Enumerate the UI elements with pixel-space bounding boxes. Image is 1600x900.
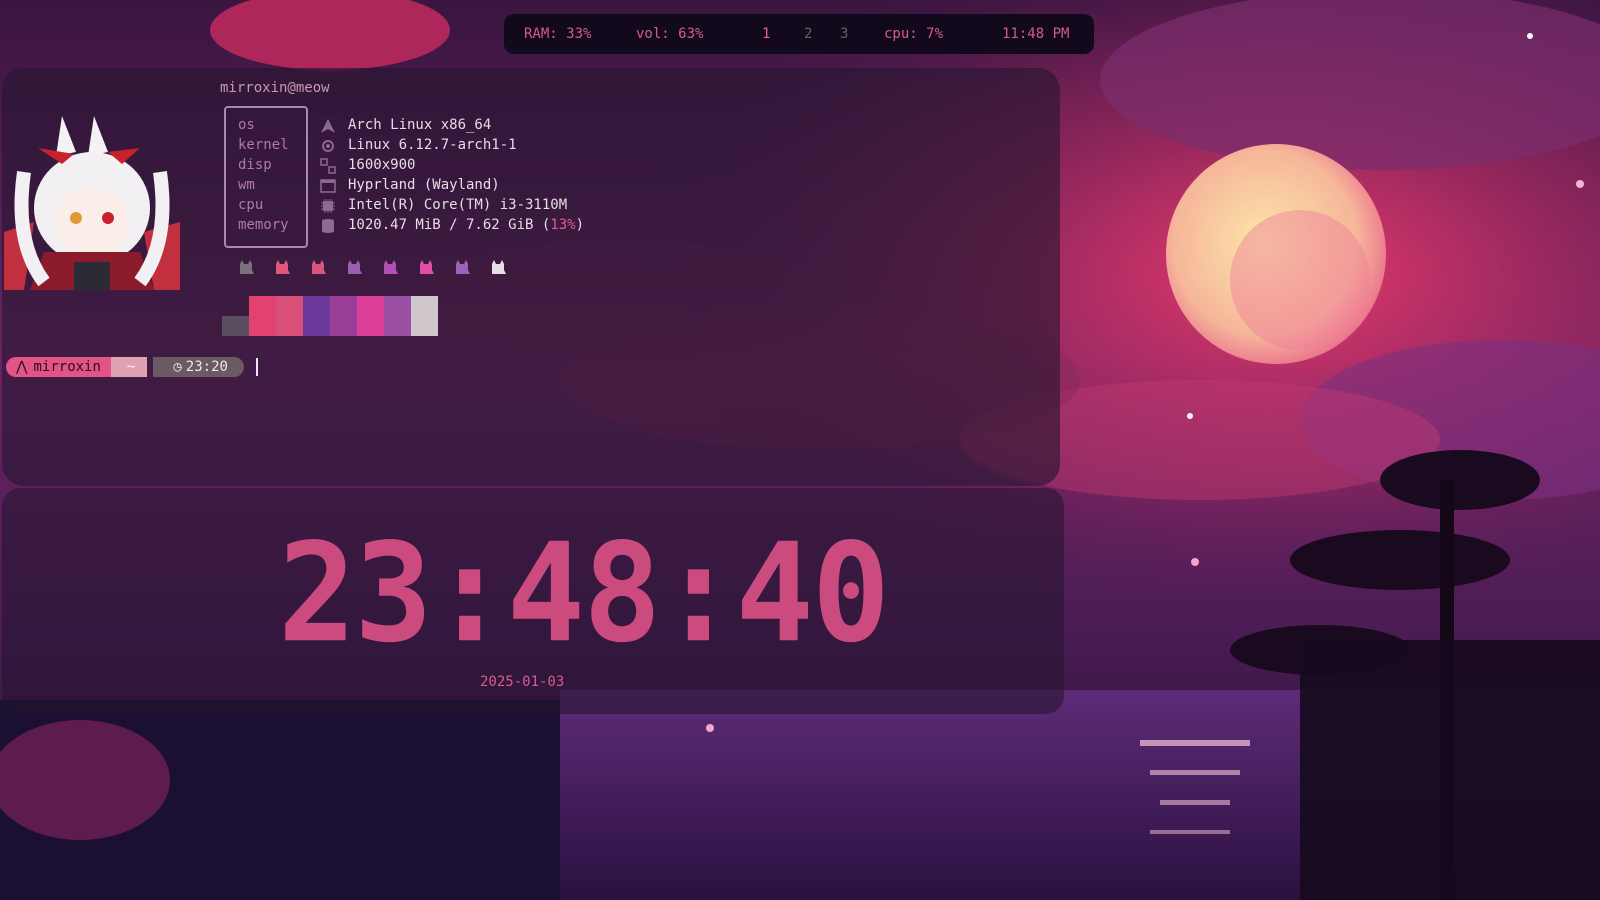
info-key-kernel: kernel (238, 137, 289, 153)
clock-indicator: 11:48 PM (1002, 26, 1070, 42)
memory-usage-text: 1020.47 MiB / 7.62 GiB ( (348, 217, 551, 233)
memory-close-paren: ) (575, 217, 585, 233)
color-swatch (222, 316, 249, 336)
info-key-cpu: cpu (238, 197, 264, 213)
info-key-memory: memory (238, 217, 289, 233)
info-val-os: Arch Linux x86_64 (348, 117, 492, 133)
color-swatch (330, 296, 357, 336)
cat-icon (456, 260, 470, 274)
cat-icon (420, 260, 434, 274)
cat-icon (348, 260, 362, 274)
info-val-disp: 1600x900 (348, 157, 416, 173)
chip-icon (321, 199, 335, 213)
info-val-memory: 1020.47 MiB / 7.62 GiB (13%) (348, 217, 584, 233)
workspace-1[interactable]: 1 (762, 26, 770, 42)
clock-widget: 23:48:40 2025-01-03 (2, 488, 1064, 714)
clock-time: 23:48:40 (278, 513, 890, 673)
memory-percent: 13% (550, 217, 576, 233)
cat-icon (312, 260, 326, 274)
prompt-dir-segment: ~ (110, 357, 148, 377)
color-swatch (303, 296, 330, 336)
prompt-dir: ~ (126, 359, 136, 375)
workspace-2[interactable]: 2 (804, 26, 812, 42)
arch-icon: ⋀ (16, 359, 28, 375)
volume-indicator[interactable]: vol: 63% (636, 26, 703, 42)
info-key-wm: wm (238, 177, 255, 193)
prompt-time: 23:20 (185, 359, 228, 375)
color-palette (222, 296, 438, 336)
info-val-cpu: Intel(R) Core(TM) i3-3110M (348, 197, 568, 213)
color-cats-row (238, 258, 508, 276)
color-swatch (384, 296, 411, 336)
prompt-time-segment: ◷ 23:20 (153, 357, 244, 377)
color-swatch (249, 296, 276, 336)
color-swatch (411, 296, 438, 336)
window-icon (320, 179, 336, 193)
terminal-user-host: mirroxin@meow (220, 80, 330, 96)
clock-date: 2025-01-03 (480, 674, 565, 690)
info-val-wm: Hyprland (Wayland) (348, 177, 500, 193)
arch-icon (321, 119, 335, 133)
color-swatch (357, 296, 384, 336)
cpu-indicator: cpu: 7% (884, 26, 944, 42)
info-val-kernel: Linux 6.12.7-arch1-1 (348, 137, 517, 153)
prompt-user: mirroxin (33, 359, 101, 375)
anime-avatar-image (4, 112, 180, 294)
cat-icon (240, 260, 254, 274)
shell-prompt[interactable]: ⋀ mirroxin ~ ◷ 23:20 (6, 356, 258, 378)
color-swatch (276, 296, 303, 336)
clock-icon: ◷ (173, 359, 182, 375)
cat-icon (276, 260, 290, 274)
gear-icon (322, 140, 334, 152)
status-bar: RAM: 33% vol: 63% 1 2 3 cpu: 7% 11:48 PM (504, 14, 1094, 54)
workspace-3[interactable]: 3 (840, 26, 848, 42)
database-icon (322, 219, 334, 233)
cat-icon (492, 260, 506, 274)
info-key-disp: disp (238, 157, 272, 173)
text-cursor (255, 358, 258, 376)
cat-icon (384, 260, 398, 274)
info-key-os: os (238, 117, 255, 133)
ram-indicator: RAM: 33% (524, 26, 592, 42)
terminal-window[interactable]: mirroxin@meow os kernel disp wm cpu memo… (2, 68, 1060, 486)
prompt-user-segment: ⋀ mirroxin (6, 357, 111, 377)
display-icon (320, 158, 336, 174)
